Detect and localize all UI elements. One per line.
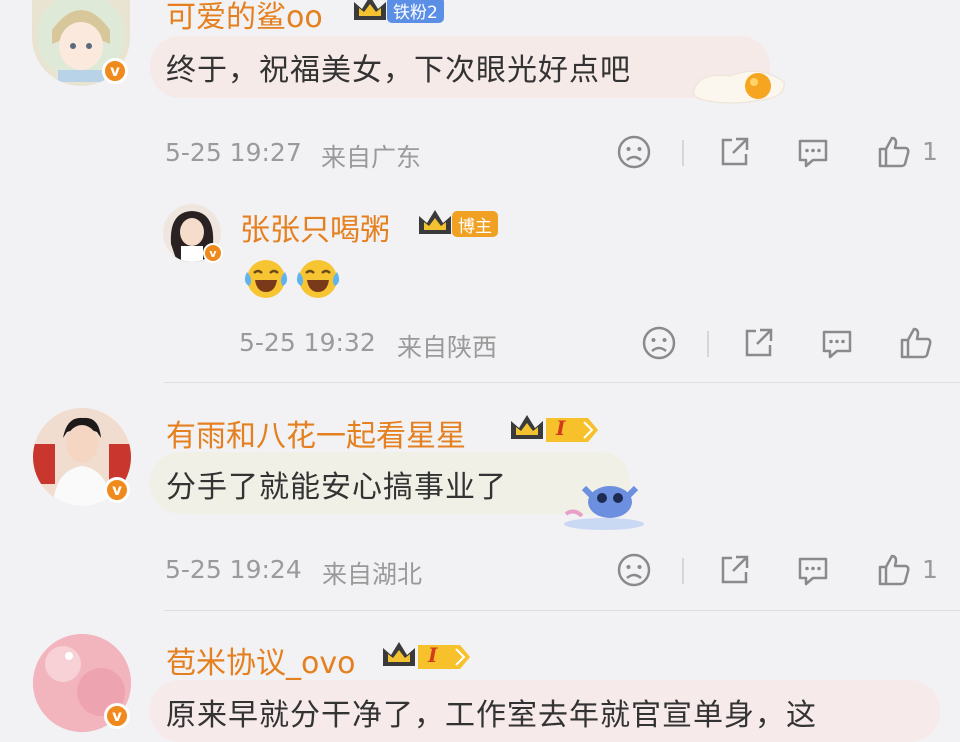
like-thumb-icon[interactable] <box>876 552 912 588</box>
comment-actions: 1 <box>612 134 952 174</box>
like-thumb-icon[interactable] <box>876 134 912 170</box>
comment-actions: 1 <box>612 552 952 592</box>
dislike-face-icon[interactable] <box>616 552 652 588</box>
comment-time: 5-25 19:24 <box>165 555 302 584</box>
reply-actions <box>638 325 948 365</box>
level-badge-icon <box>546 418 598 442</box>
verified-badge-icon: v <box>102 58 128 84</box>
comment-text: 原来早就分干净了，工作室去年就官宣单身，这 <box>166 698 817 733</box>
reply-time: 5-25 19:32 <box>239 328 376 357</box>
verified-badge-icon: v <box>104 477 130 503</box>
level-badge-icon <box>418 645 470 669</box>
stitch-sticker-icon <box>564 485 644 530</box>
comment-icon[interactable] <box>819 325 855 361</box>
author-tag: 博主 <box>452 211 498 237</box>
crown-icon <box>383 642 415 666</box>
divider <box>164 382 960 383</box>
crown-icon <box>419 210 451 234</box>
crown-icon <box>354 0 386 20</box>
reply-location: 来自陕西 <box>397 333 498 362</box>
comment-text: 终于，祝福美女，下次眼光好点吧 <box>166 53 631 88</box>
like-count: 1 <box>922 137 938 166</box>
fried-egg-sticker-icon <box>693 70 785 104</box>
level-badge-text: I <box>428 643 438 667</box>
laugh-cry-emoji <box>296 260 340 298</box>
crown-icon <box>511 415 543 439</box>
like-count: 1 <box>922 555 938 584</box>
fan-level-tag: 铁粉2 <box>387 0 444 23</box>
share-icon[interactable] <box>716 134 752 170</box>
comment-time: 5-25 19:27 <box>165 138 302 167</box>
comment-location: 来自湖北 <box>322 560 423 589</box>
laugh-cry-emoji <box>244 260 288 298</box>
share-icon[interactable] <box>740 325 776 361</box>
comment-username[interactable]: 有雨和八花一起看星星 <box>166 411 466 455</box>
reply-username[interactable]: 张张只喝粥 <box>240 205 390 249</box>
share-icon[interactable] <box>716 552 752 588</box>
comment-icon[interactable] <box>795 552 831 588</box>
comment-username[interactable]: 苞米协议_ovo <box>166 638 355 682</box>
like-thumb-icon[interactable] <box>898 325 934 361</box>
dislike-face-icon[interactable] <box>616 134 652 170</box>
comment-text: 分手了就能安心搞事业了 <box>166 470 507 505</box>
level-badge-text: I <box>556 416 566 440</box>
comment-location: 来自广东 <box>321 143 422 172</box>
comment-username[interactable]: 可爱的鲨oo <box>166 0 323 36</box>
comment-icon[interactable] <box>795 134 831 170</box>
dislike-face-icon[interactable] <box>641 325 677 361</box>
verified-badge-icon: v <box>104 703 130 729</box>
divider <box>164 610 960 611</box>
verified-badge-icon: v <box>203 243 223 263</box>
